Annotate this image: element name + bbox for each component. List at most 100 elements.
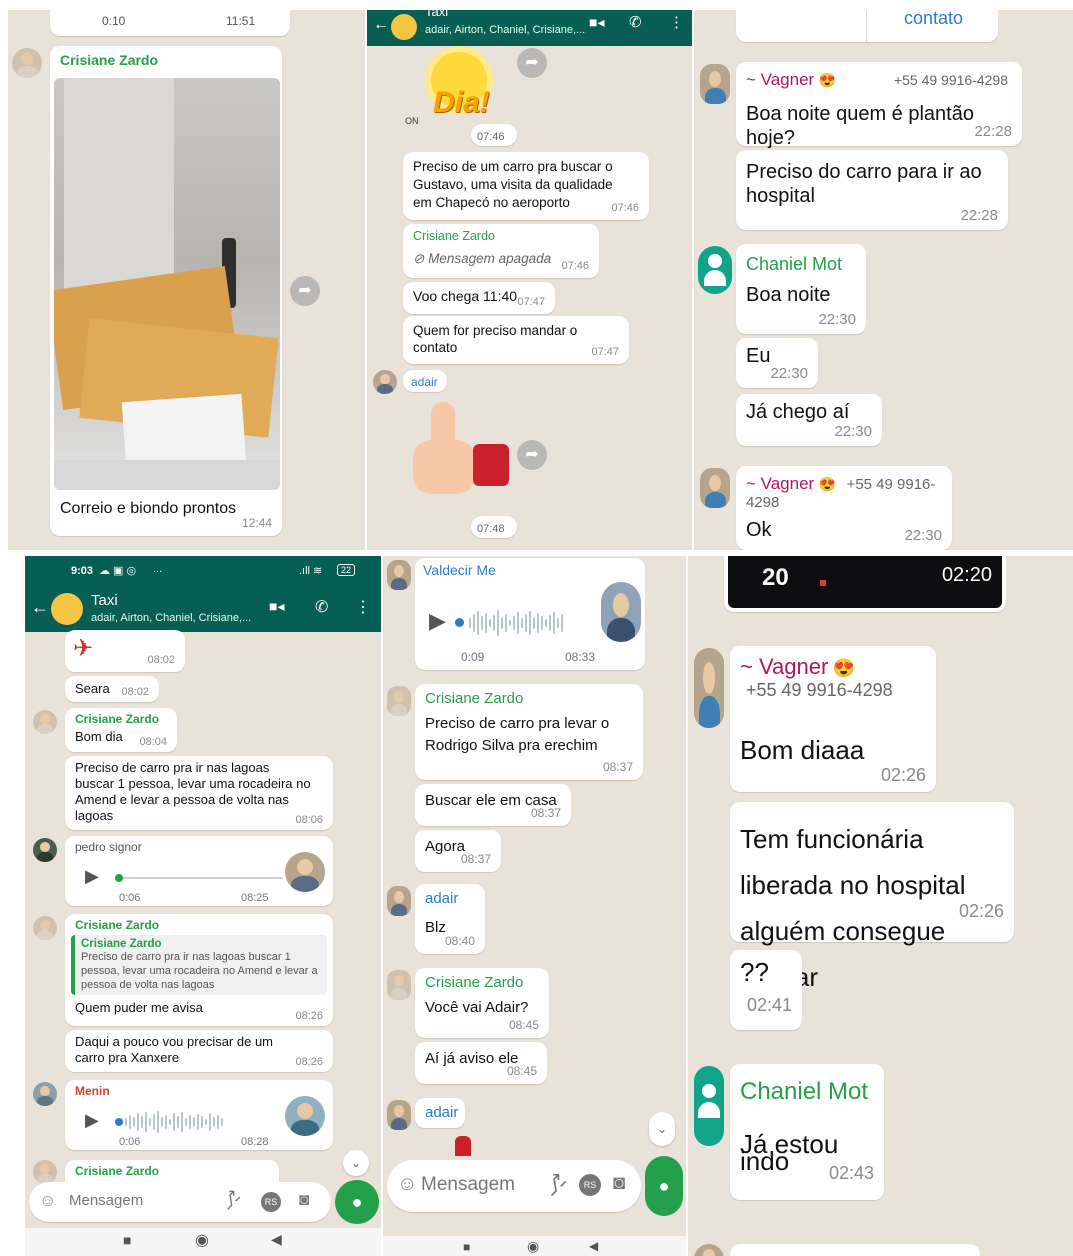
forward-icon[interactable]: ➦ bbox=[517, 48, 547, 78]
camera-icon[interactable]: ◙ bbox=[299, 1190, 309, 1210]
message-bubble[interactable]: Crisiane Zardo Preciso de carro pra leva… bbox=[415, 684, 643, 780]
message-bubble[interactable]: ~ Vagner 😍 +55 49 9916-4298 Bom diaaa 02… bbox=[730, 646, 936, 792]
avatar[interactable] bbox=[33, 1082, 57, 1106]
avatar[interactable] bbox=[387, 970, 411, 1000]
group-title[interactable]: Taxi bbox=[425, 10, 448, 19]
avatar[interactable] bbox=[700, 64, 730, 104]
message-bubble[interactable]: ~ Vagner 😍 +55 49 9916-4298 Ok 22:30 bbox=[736, 466, 952, 550]
message-bubble[interactable]: Voo chega 11:40 07:47 bbox=[403, 282, 555, 314]
mic-button[interactable]: ● bbox=[335, 1180, 379, 1224]
avatar[interactable] bbox=[694, 648, 724, 728]
quoted-message[interactable]: Crisiane Zardo Preciso de carro pra ir n… bbox=[71, 935, 327, 995]
avatar[interactable] bbox=[373, 370, 397, 394]
scroll-down-button[interactable]: ⌄ bbox=[343, 1150, 369, 1176]
back-icon[interactable]: ◀ bbox=[589, 1239, 598, 1253]
message-bubble[interactable]: Tem funcionária liberada no hospital alg… bbox=[730, 802, 1014, 992]
rs-icon[interactable]: RS bbox=[261, 1192, 281, 1212]
message-bubble[interactable]: Agora 08:37 bbox=[415, 830, 501, 872]
message-bubble[interactable]: Buscar ele em casa 08:37 bbox=[415, 784, 571, 826]
message-input-bar[interactable]: ☺ Mensagem ⎇ RS ◙ bbox=[29, 1182, 331, 1222]
video-call-icon[interactable]: ■◂ bbox=[269, 598, 284, 615]
rs-icon[interactable]: RS bbox=[579, 1174, 601, 1196]
deleted-message-bubble[interactable]: Crisiane Zardo ⊘ Mensagem apagada 07:46 bbox=[403, 224, 599, 278]
message-bubble[interactable]: ?? 02:41 bbox=[730, 950, 802, 1030]
recent-apps-icon[interactable]: ■ bbox=[463, 1240, 470, 1254]
group-avatar[interactable] bbox=[391, 14, 417, 40]
attach-icon[interactable]: ⎇ bbox=[538, 1168, 572, 1202]
avatar[interactable] bbox=[33, 710, 57, 734]
message-bubble[interactable]: Aí já aviso ele 08:45 bbox=[415, 1042, 547, 1084]
forward-icon[interactable]: ➦ bbox=[290, 276, 320, 306]
video-call-icon[interactable]: ■◂ bbox=[589, 14, 604, 31]
contact-card-bubble[interactable]: contato bbox=[736, 10, 998, 42]
thumbs-up-sticker[interactable] bbox=[403, 402, 513, 512]
avatar[interactable] bbox=[694, 1244, 724, 1256]
play-icon[interactable]: ▶ bbox=[429, 608, 446, 634]
avatar[interactable] bbox=[700, 468, 730, 508]
message-bubble[interactable]: Quem for preciso mandar o contato 07:47 bbox=[403, 316, 629, 364]
contact-label[interactable]: contato bbox=[904, 10, 963, 29]
avatar[interactable] bbox=[387, 1100, 411, 1130]
message-bubble[interactable]: adair Blz 08:40 bbox=[415, 884, 485, 954]
message-bubble[interactable]: Preciso do carro para ir ao hospital 22:… bbox=[736, 150, 1008, 230]
video-message-bubble[interactable]: 20 02:20 bbox=[724, 556, 1006, 612]
avatar[interactable] bbox=[387, 886, 411, 916]
back-arrow-icon[interactable]: ← bbox=[31, 597, 49, 618]
voice-waveform[interactable] bbox=[125, 1109, 223, 1135]
voice-message-bubble[interactable]: pedro signor ▶ 0:06 08:25 bbox=[65, 836, 333, 906]
group-avatar[interactable] bbox=[51, 593, 83, 625]
emoji-icon[interactable]: ☺ bbox=[397, 1173, 417, 1196]
avatar-default[interactable] bbox=[694, 1066, 724, 1146]
voice-message-bubble[interactable]: Valdecir Me ▶ 0:09 08:33 bbox=[415, 558, 645, 670]
play-icon[interactable]: ▶ bbox=[85, 866, 99, 887]
message-bubble[interactable]: ~ Vagner 😍 +55 49 9916-4298 Boa noite qu… bbox=[736, 62, 1022, 149]
home-icon[interactable]: ◉ bbox=[195, 1230, 209, 1250]
voice-progress-dot[interactable] bbox=[455, 618, 464, 627]
message-bubble[interactable]: Chaniel Mot Boa noite 22:30 bbox=[736, 244, 866, 334]
voice-progress-dot[interactable] bbox=[115, 1118, 123, 1126]
message-input[interactable]: Mensagem bbox=[69, 1192, 143, 1209]
message-bubble[interactable]: Preciso de carro pra ir nas lagoas busca… bbox=[65, 756, 333, 830]
message-bubble[interactable]: Seara 08:02 bbox=[65, 676, 159, 702]
message-bubble[interactable]: Chaniel Mot Já estou indo 02:43 bbox=[730, 1064, 884, 1200]
message-bubble[interactable]: Daqui a pouco vou precisar de um carro p… bbox=[65, 1030, 333, 1072]
avatar[interactable] bbox=[33, 1160, 57, 1184]
image-message-bubble[interactable]: Crisiane Zardo Correio e biondo prontos … bbox=[50, 46, 282, 536]
avatar[interactable] bbox=[387, 560, 411, 590]
avatar[interactable] bbox=[33, 916, 57, 940]
attach-icon[interactable]: ⎇ bbox=[217, 1186, 245, 1214]
sticker-message-bubble[interactable]: ✈ 08:02 bbox=[65, 630, 185, 672]
menu-dots-icon[interactable]: ⋮ bbox=[669, 13, 684, 31]
back-arrow-icon[interactable]: ← bbox=[373, 16, 389, 34]
scroll-down-button[interactable]: ⌄ bbox=[649, 1112, 675, 1146]
message-bubble[interactable]: Eu 22:30 bbox=[736, 338, 818, 388]
avatar-default[interactable] bbox=[698, 246, 732, 294]
phone-icon[interactable]: ✆ bbox=[315, 597, 328, 617]
recent-apps-icon[interactable]: ■ bbox=[123, 1232, 131, 1248]
reply-message-bubble[interactable]: Crisiane Zardo Crisiane Zardo Preciso de… bbox=[65, 914, 333, 1026]
voice-progress-dot[interactable] bbox=[115, 874, 123, 882]
message-bubble[interactable]: Já chego aí 22:30 bbox=[736, 394, 882, 446]
voice-waveform[interactable] bbox=[469, 610, 563, 636]
back-icon[interactable]: ◀ bbox=[271, 1231, 282, 1248]
camera-icon[interactable]: ◙ bbox=[613, 1172, 625, 1195]
home-icon[interactable]: ◉ bbox=[527, 1238, 539, 1255]
avatar[interactable] bbox=[387, 686, 411, 716]
phone-icon[interactable]: ✆ bbox=[629, 13, 642, 31]
sun-sticker[interactable]: Dia! ON bbox=[403, 48, 513, 128]
group-title[interactable]: Taxi bbox=[91, 592, 118, 609]
menu-dots-icon[interactable]: ⋮ bbox=[355, 597, 371, 617]
message-input[interactable]: Mensagem bbox=[421, 1174, 515, 1196]
avatar[interactable] bbox=[33, 838, 57, 862]
voice-message-bubble[interactable]: Menin ▶ 0:06 08:28 bbox=[65, 1080, 333, 1150]
voice-progress-track[interactable] bbox=[123, 877, 283, 879]
message-input-bar[interactable]: ☺ Mensagem ⎇ RS ◙ bbox=[387, 1160, 641, 1212]
message-bubble[interactable]: Crisiane Zardo Você vai Adair? 08:45 bbox=[415, 968, 549, 1038]
avatar[interactable] bbox=[12, 48, 42, 78]
play-icon[interactable]: ▶ bbox=[85, 1110, 99, 1131]
emoji-icon[interactable]: ☺ bbox=[39, 1191, 56, 1211]
message-bubble[interactable]: Preciso de um carro pra buscar o Gustavo… bbox=[403, 152, 649, 220]
message-bubble[interactable]: Crisiane Zardo Bom dia 08:04 bbox=[65, 708, 177, 752]
mic-button[interactable]: ● bbox=[645, 1156, 683, 1216]
forward-icon[interactable]: ➦ bbox=[517, 440, 547, 470]
